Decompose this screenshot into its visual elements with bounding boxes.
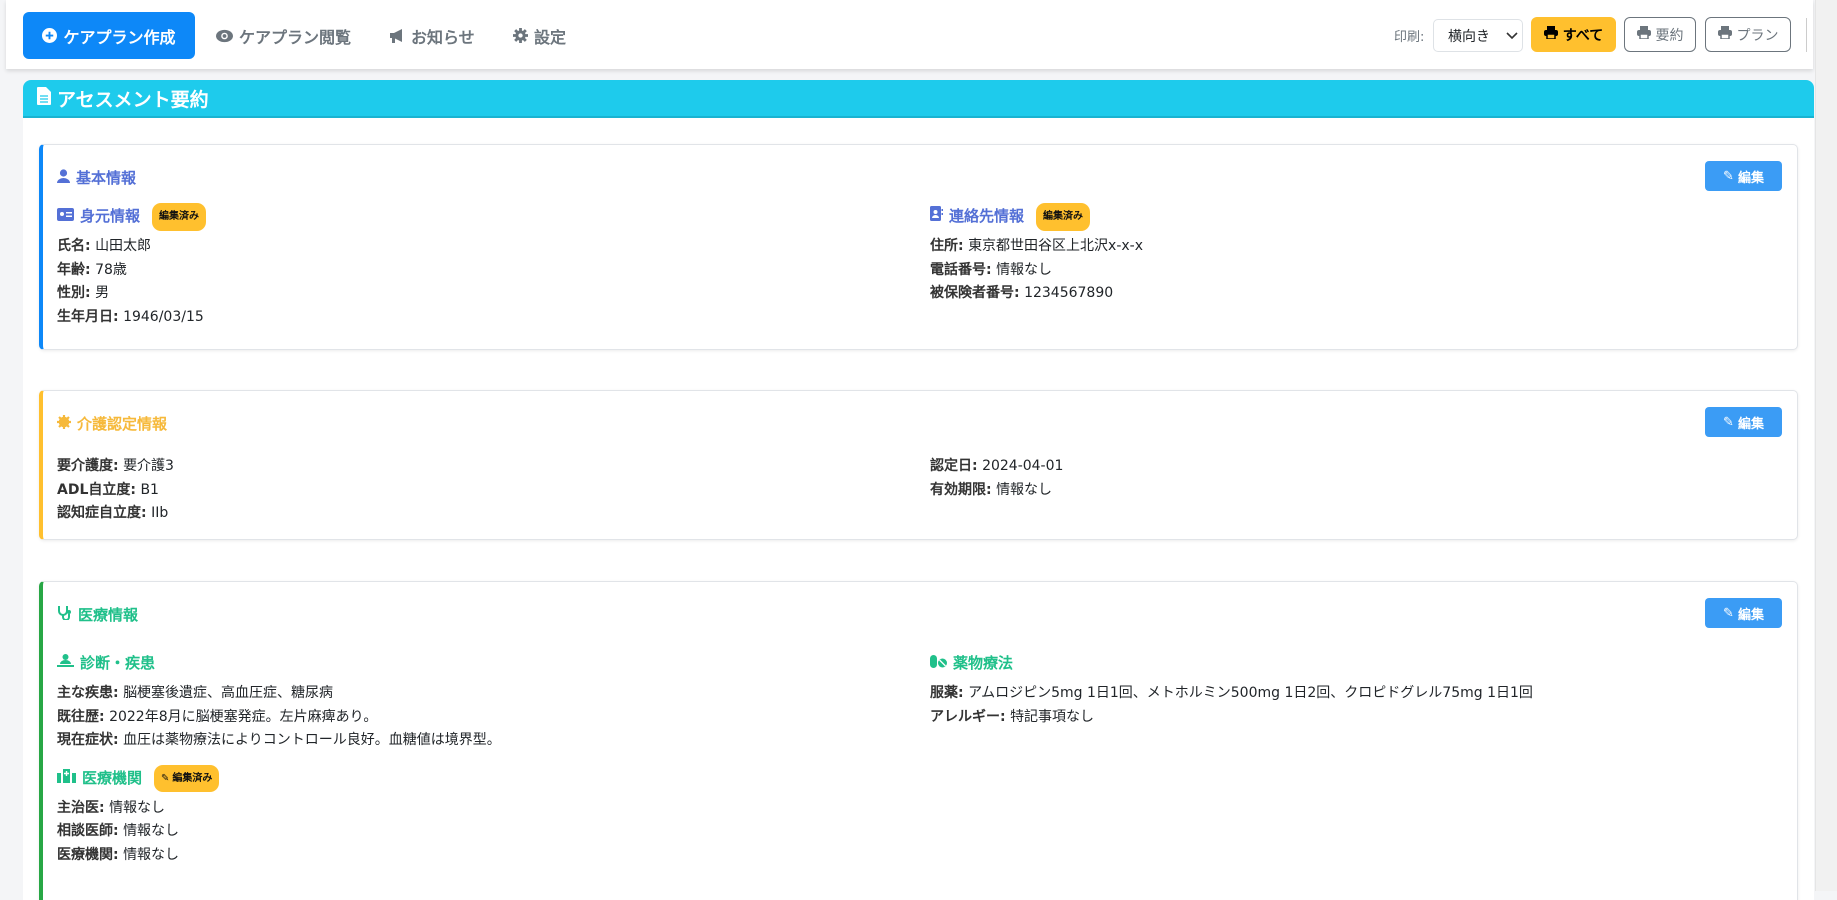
panel-header: アセスメント要約 — [23, 80, 1814, 118]
top-navbar: ケアプラン作成 ケアプラン閲覧 お知らせ 設定 印刷: 横向き すべて 要約 プ… — [6, 0, 1813, 69]
divider — [1806, 18, 1807, 52]
orientation-value: 横向き — [1448, 28, 1490, 45]
medication-section: 薬物療法 服薬: アムロジピン5mg 1日1回、メトホルミン500mg 1日2回… — [930, 652, 1533, 729]
tab-label: お知らせ — [411, 27, 475, 47]
user-icon — [57, 168, 70, 187]
printer-icon — [1543, 26, 1558, 43]
eye-icon — [216, 29, 233, 43]
field-row: 相談医師: 情報なし — [57, 823, 180, 839]
edited-badge: ✎ 編集済み — [154, 764, 220, 793]
field-row: 主な疾患: 脳梗塞後遺症、高血圧症、糖尿病 — [57, 685, 334, 701]
field-row: ADL自立度: B1 — [57, 481, 159, 498]
edited-badge: 編集済み — [1036, 203, 1091, 231]
tab-label: ケアプラン作成 — [63, 27, 176, 47]
basic-info-card: 基本情報 ✎ 編集 身元情報 編集済み 氏名: 山田太郎 年齢: 78歳 性別: 男… — [39, 144, 1798, 350]
printer-icon — [1636, 26, 1651, 43]
field-row: アレルギー: 特記事項なし — [930, 708, 1095, 725]
edit-icon: ✎ — [1723, 605, 1734, 621]
identity-section: 身元情報 編集済み 氏名: 山田太郎 年齢: 78歳 性別: 男 生年月日: 19… — [57, 203, 207, 329]
field-row: 既往歴: 2022年8月に脳梗塞発症。左片麻痺あり。 — [57, 708, 378, 725]
medical-info-card: 医療情報 ✎ 編集 診断・疾患 主な疾患: 脳梗塞後遺症、高血圧症、糖尿病 既往歴… — [39, 581, 1798, 900]
field-row: 認知症自立度: IIb — [57, 505, 169, 521]
tab-view-careplan[interactable]: ケアプラン閲覧 — [216, 12, 351, 59]
field-row: 住所: 東京都世田谷区上北沢x-x-x — [930, 238, 1144, 254]
contact-section: 連絡先情報 編集済み 住所: 東京都世田谷区上北沢x-x-x 電話番号: 情報なし… — [930, 203, 1144, 306]
tab-label: ケアプラン閲覧 — [239, 27, 352, 47]
field-row: 医療機関: 情報なし — [57, 846, 180, 863]
edit-button[interactable]: ✎ 編集 — [1705, 407, 1782, 437]
scrollbar[interactable] — [1815, 0, 1837, 891]
button-label: 要約 — [1655, 27, 1684, 44]
tab-create-careplan[interactable]: ケアプラン作成 — [23, 12, 195, 59]
field-row: 電話番号: 情報なし — [930, 261, 1053, 278]
printer-icon — [1717, 26, 1732, 43]
button-label: すべて — [1562, 27, 1604, 44]
field-row: 氏名: 山田太郎 — [57, 238, 152, 254]
field-row: 被保険者番号: 1234567890 — [930, 285, 1114, 301]
card-title: 医療情報 — [57, 604, 138, 625]
id-card-icon — [57, 205, 74, 229]
orientation-select[interactable]: 横向き — [1433, 19, 1523, 52]
megaphone-icon — [389, 28, 405, 43]
card-title: 介護認定情報 — [57, 413, 167, 434]
print-summary-button[interactable]: 要約 — [1624, 17, 1696, 52]
print-plan-button[interactable]: プラン — [1705, 17, 1791, 52]
edit-button[interactable]: ✎ 編集 — [1705, 161, 1782, 191]
panel-title: アセスメント要約 — [57, 88, 209, 111]
care-certification-card: 介護認定情報 ✎ 編集 要介護度: 要介護3 ADL自立度: B1 認知症自立度:… — [39, 390, 1798, 540]
field-row: 現在症状: 血圧は薬物療法によりコントロール良好。血糖値は境界型。 — [57, 732, 501, 748]
patient-icon — [57, 652, 74, 676]
tab-label: 設定 — [534, 27, 567, 47]
print-all-button[interactable]: すべて — [1531, 17, 1616, 52]
address-book-icon — [930, 205, 943, 229]
document-icon — [37, 86, 51, 110]
field-row: 主治医: 情報なし — [57, 799, 166, 816]
diagnosis-section: 診断・疾患 主な疾患: 脳梗塞後遺症、高血圧症、糖尿病 既往歴: 2022年8月… — [57, 652, 501, 867]
tab-notices[interactable]: お知らせ — [389, 12, 475, 59]
chevron-down-icon — [1506, 28, 1518, 44]
tab-settings[interactable]: 設定 — [513, 12, 566, 59]
field-row: 生年月日: 1946/03/15 — [57, 308, 204, 325]
edit-button[interactable]: ✎ 編集 — [1705, 598, 1782, 628]
field-row: 認定日: 2024-04-01 — [930, 458, 1064, 474]
card-title: 基本情報 — [57, 167, 136, 188]
field-row: 性別: 男 — [57, 285, 110, 301]
field-row: 要介護度: 要介護3 — [57, 458, 174, 474]
pills-icon — [930, 652, 947, 676]
hospital-icon — [57, 767, 76, 791]
certificate-icon — [57, 414, 71, 433]
care-left: 要介護度: 要介護3 ADL自立度: B1 認知症自立度: IIb — [57, 455, 174, 526]
edited-badge: 編集済み — [152, 203, 207, 231]
edit-icon: ✎ — [1723, 414, 1734, 430]
field-row: 服薬: アムロジピン5mg 1日1回、メトホルミン500mg 1日2回、クロピド… — [930, 685, 1533, 701]
field-row: 有効期限: 情報なし — [930, 481, 1053, 498]
button-label: プラン — [1736, 27, 1779, 44]
stethoscope-icon — [57, 605, 72, 624]
edit-icon: ✎ — [161, 772, 170, 784]
care-right: 認定日: 2024-04-01 有効期限: 情報なし — [930, 455, 1063, 502]
plus-circle-icon — [42, 28, 58, 43]
field-row: 年齢: 78歳 — [57, 261, 127, 278]
gear-icon — [513, 28, 528, 43]
assessment-summary-panel: アセスメント要約 基本情報 ✎ 編集 身元情報 編集済み 氏名: 山田太郎 年齢: … — [23, 80, 1814, 900]
print-label: 印刷: — [1394, 30, 1425, 45]
edit-icon: ✎ — [1723, 168, 1734, 184]
